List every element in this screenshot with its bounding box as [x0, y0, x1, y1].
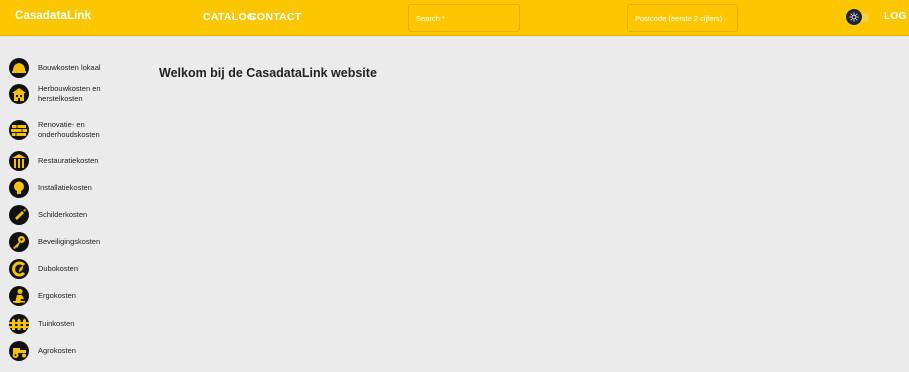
sidebar-item-restauratiekosten[interactable]: Restauratiekosten [9, 149, 137, 173]
sidebar-item-label: Tuinkosten [38, 319, 75, 328]
top-navbar: CasadataLink CATALOG CONTACT LOG IN [0, 0, 909, 36]
building-icon [9, 84, 29, 104]
tractor-icon [9, 341, 29, 361]
key-icon [9, 232, 29, 252]
sun-icon [846, 9, 862, 25]
sidebar-item-beveiligingskosten[interactable]: Beveiligingskosten [9, 230, 137, 254]
sidebar-item-label: Bouwkosten lokaal [38, 63, 101, 72]
sidebar-item-label: Renovatie- en onderhoudskosten [38, 120, 100, 139]
theme-toggle[interactable] [846, 9, 870, 25]
sidebar-item-installatiekosten[interactable]: Installatiekosten [9, 176, 137, 200]
sidebar-item-schilderkosten[interactable]: Schilderkosten [9, 203, 137, 227]
sidebar-item-label: Schilderkosten [38, 210, 88, 219]
sidebar: Bouwkosten lokaal Herbouwkosten en herst… [0, 36, 140, 372]
nav-contact-link[interactable]: CONTACT [249, 11, 302, 23]
sidebar-item-ergokosten[interactable]: Ergokosten [9, 284, 137, 308]
paintbrush-icon [9, 205, 29, 225]
sidebar-item-tuinkosten[interactable]: Tuinkosten [9, 312, 137, 336]
sidebar-item-label: Beveiligingskosten [38, 237, 101, 246]
nav-catalog-link[interactable]: CATALOG [203, 11, 255, 23]
sidebar-item-label: Ergokosten [38, 291, 76, 300]
fence-icon [9, 314, 29, 334]
brand-logo-link[interactable]: CasadataLink [15, 10, 91, 22]
sidebar-item-herbouwkosten[interactable]: Herbouwkosten en herstelkosten [9, 82, 137, 106]
sidebar-item-agrokosten[interactable]: Agrokosten [9, 339, 137, 363]
person-icon [9, 286, 29, 306]
bricks-icon [9, 120, 29, 140]
sidebar-item-dubokosten[interactable]: Dubokosten [9, 257, 137, 281]
columns-icon [9, 151, 29, 171]
sidebar-item-label: Agrokosten [38, 346, 76, 355]
sidebar-item-bouwkosten-lokaal[interactable]: Bouwkosten lokaal [9, 56, 137, 80]
page-title: Welkom bij de CasadataLink website [159, 66, 377, 80]
sidebar-item-label: Dubokosten [38, 264, 79, 273]
postcode-input[interactable] [627, 4, 738, 32]
sidebar-item-label: Installatiekosten [38, 183, 92, 192]
eco-icon [9, 259, 29, 279]
hardhat-icon [9, 58, 29, 78]
sidebar-item-renovatie[interactable]: Renovatie- en onderhoudskosten [9, 118, 137, 142]
lightbulb-icon [9, 178, 29, 198]
sidebar-item-label: Restauratiekosten [38, 156, 99, 165]
login-button[interactable]: LOG IN [884, 11, 909, 22]
sidebar-item-label: Herbouwkosten en herstelkosten [38, 84, 101, 103]
search-input[interactable] [408, 4, 520, 32]
